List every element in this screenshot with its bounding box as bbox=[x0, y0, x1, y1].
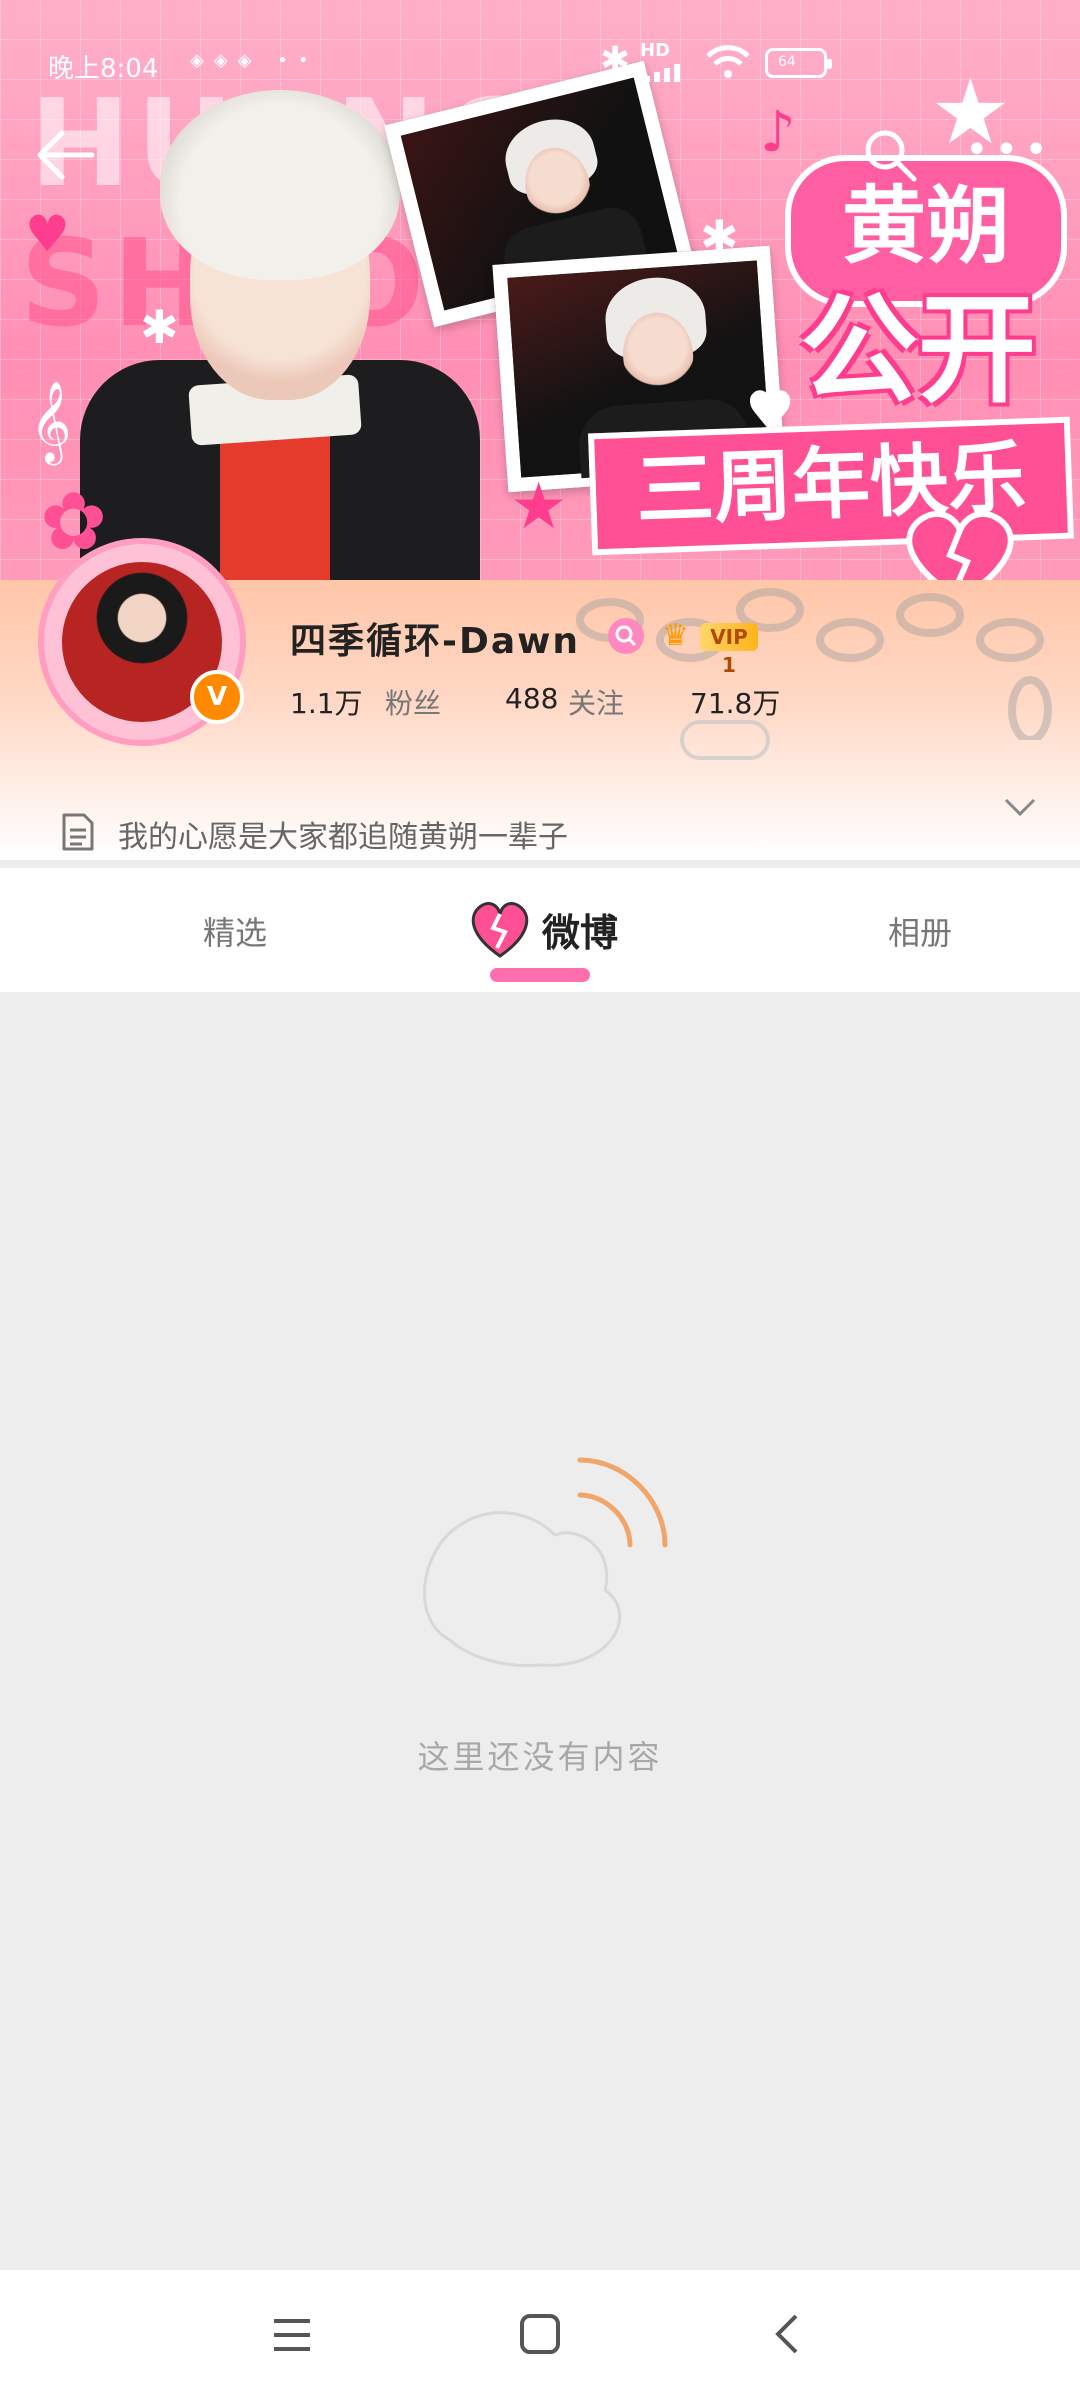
search-icon[interactable] bbox=[860, 125, 920, 185]
verified-badge: V bbox=[190, 670, 244, 724]
star-icon: ★ bbox=[510, 470, 568, 544]
music-clef-icon: 𝄞 bbox=[30, 380, 72, 462]
broken-heart-icon bbox=[465, 898, 535, 962]
followers-count[interactable]: 1.1万 bbox=[290, 682, 363, 722]
profile-tabs: 精选 微博 相册 bbox=[0, 868, 1080, 992]
flower-icon: ✿ bbox=[40, 475, 108, 568]
likes-count[interactable]: 71.8万 bbox=[690, 682, 780, 722]
tab-featured[interactable]: 精选 bbox=[170, 908, 300, 954]
vip-badge[interactable]: VIP 1 bbox=[700, 623, 758, 677]
broken-heart-sticker bbox=[895, 500, 1025, 590]
empty-state-illustration bbox=[410, 1440, 680, 1680]
back-arrow-icon[interactable] bbox=[32, 125, 98, 185]
profile-name: 四季循环-Dawn bbox=[290, 621, 581, 662]
heart-icon: ♥ bbox=[25, 205, 70, 263]
bio-row[interactable]: 我的心愿是大家都追随黄朔一辈子 bbox=[0, 780, 1080, 868]
following-count[interactable]: 488 bbox=[505, 682, 558, 715]
menu-icon[interactable] bbox=[270, 2315, 314, 2355]
crown-icon: ♛ bbox=[662, 618, 689, 653]
music-note-icon: ♪ bbox=[760, 100, 796, 165]
home-icon[interactable] bbox=[518, 2312, 562, 2356]
search-badge-icon[interactable] bbox=[608, 618, 644, 654]
network-type: HD bbox=[640, 40, 671, 61]
sparkle-icon: ✱ bbox=[140, 300, 179, 354]
sparkle-icon: ✱ bbox=[700, 210, 739, 264]
empty-state-message: 这里还没有内容 bbox=[417, 1738, 663, 1776]
battery-icon: 64 bbox=[765, 48, 832, 78]
document-icon bbox=[60, 812, 96, 852]
system-nav-bar bbox=[0, 2270, 1080, 2400]
status-time: 晚上8:04 bbox=[48, 54, 159, 84]
cover-headline: 公开 bbox=[800, 281, 1037, 419]
more-icon[interactable]: ••• bbox=[965, 130, 1048, 170]
tab-album[interactable]: 相册 bbox=[855, 908, 985, 954]
bluetooth-icon: ✱ bbox=[600, 40, 631, 81]
followers-label[interactable]: 粉丝 bbox=[385, 682, 441, 722]
tab-active-indicator bbox=[490, 968, 590, 982]
profile-stats: 1.1万 粉丝 488 关注 71.8万 bbox=[290, 682, 890, 722]
back-icon[interactable] bbox=[770, 2312, 806, 2356]
chevron-down-icon[interactable] bbox=[1000, 794, 1040, 822]
profile-cover-banner[interactable]: HUANG SHUO ♥ ♥ ★ ★ ♪ 𝄞 ✱ ✱ 黄朔 公开 三周年快乐 bbox=[0, 0, 1080, 590]
bio-text: 我的心愿是大家都追随黄朔一辈子 bbox=[118, 820, 568, 855]
status-notification-icons: ◈◈◈ •• bbox=[190, 50, 319, 71]
signal-icon bbox=[642, 62, 692, 82]
bandage-decoration bbox=[680, 720, 770, 760]
tab-weibo[interactable]: 微博 bbox=[530, 902, 630, 957]
following-label[interactable]: 关注 bbox=[568, 682, 624, 722]
wifi-icon bbox=[705, 44, 751, 80]
